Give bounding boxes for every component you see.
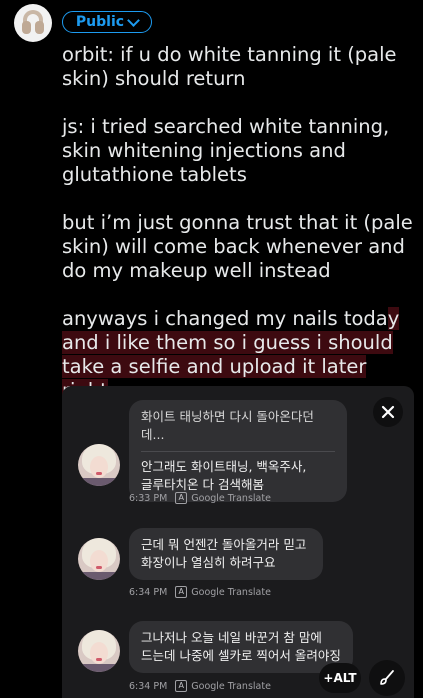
avatar — [78, 444, 120, 486]
post-paragraph: but i’m just gonna trust that it (pale s… — [62, 211, 413, 282]
avatar — [78, 630, 120, 672]
post-text: anyways i changed my nails toda — [62, 307, 388, 330]
chat-bubble: 화이트 태닝하면 다시 돌아온다던데... 안그래도 화이트태닝, 백옥주사, … — [129, 400, 347, 502]
message-meta: 6:34 PM A Google Translate — [129, 586, 271, 598]
message-time: 6:34 PM — [129, 586, 168, 598]
user-avatar[interactable] — [14, 4, 52, 42]
avatar — [78, 538, 120, 580]
chevron-down-icon — [127, 13, 140, 27]
quoted-message: 화이트 태닝하면 다시 돌아온다던데... — [141, 408, 335, 452]
post-paragraph: orbit: if u do white tanning it (pale sk… — [62, 43, 397, 90]
add-alt-text-button[interactable]: +ALT — [319, 663, 361, 693]
message-line: 안그래도 화이트태닝, 백옥주사, — [141, 459, 307, 474]
chat-bubble: 그나저나 오늘 네일 바꾼거 참 맘에 드는데 나중에 셀카로 찍어서 올려야징 — [129, 621, 353, 673]
post-text-editor[interactable]: orbit: if u do white tanning it (pale sk… — [62, 43, 418, 427]
message-line: 드는데 나중에 셀카로 찍어서 올려야징 — [141, 648, 341, 663]
message-line: 근데 뭐 언젠간 돌아올거라 믿고 — [141, 537, 307, 552]
translate-icon: A — [175, 492, 188, 504]
message-time: 6:34 PM — [129, 680, 168, 692]
edit-image-button[interactable] — [369, 660, 405, 696]
audience-label: Public — [75, 14, 125, 30]
alt-label: +ALT — [323, 671, 357, 685]
translate-label: A Google Translate — [175, 680, 271, 692]
message-line: 화장이나 열심히 하려구요 — [141, 555, 276, 570]
message-meta: 6:34 PM A Google Translate — [129, 680, 271, 692]
audience-selector-button[interactable]: Public — [62, 11, 152, 33]
close-icon — [381, 405, 395, 419]
translate-icon: A — [175, 680, 188, 692]
chat-bubble: 근데 뭐 언젠간 돌아올거라 믿고 화장이나 열심히 하려구요 — [129, 528, 323, 580]
translate-label: A Google Translate — [175, 492, 271, 504]
message-line: 그나저나 오늘 네일 바꾼거 참 맘에 — [141, 630, 322, 645]
translate-icon: A — [175, 586, 188, 598]
attached-image[interactable]: 화이트 태닝하면 다시 돌아온다던데... 안그래도 화이트태닝, 백옥주사, … — [62, 386, 414, 698]
brush-icon — [380, 670, 394, 685]
message-time: 6:33 PM — [129, 492, 168, 504]
translate-label: A Google Translate — [175, 586, 271, 598]
message-meta: 6:33 PM A Google Translate — [129, 492, 271, 504]
post-paragraph: js: i tried searched white tanning, skin… — [62, 115, 390, 186]
remove-media-button[interactable] — [373, 397, 403, 427]
